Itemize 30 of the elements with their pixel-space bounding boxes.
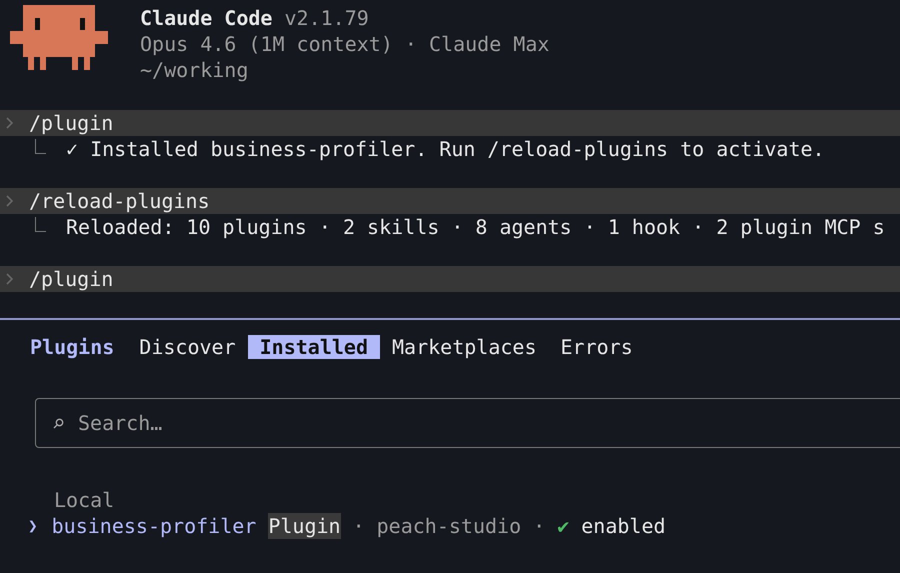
search-field[interactable]: Search… xyxy=(35,398,900,448)
plugin-type: Plugin xyxy=(268,513,341,539)
tab[interactable]: Errors xyxy=(548,335,645,359)
tab[interactable]: Marketplaces xyxy=(380,335,548,359)
chevron-icon xyxy=(6,273,14,285)
chevron-icon xyxy=(6,117,14,129)
branch-icon xyxy=(35,138,46,154)
status-icon: ✔ xyxy=(557,513,570,539)
plugin-name[interactable]: business-profiler xyxy=(52,513,256,539)
branch-icon xyxy=(35,216,46,232)
panel-title: Plugins xyxy=(30,334,114,360)
chevron-icon xyxy=(6,195,14,207)
selection-pointer: ❯ xyxy=(28,515,38,537)
version-label: v2.1.79 xyxy=(284,6,369,30)
tab[interactable]: Discover xyxy=(127,335,248,359)
section-title: Local xyxy=(54,488,114,512)
status-label: enabled xyxy=(581,513,666,539)
separator: · xyxy=(352,513,365,539)
model-info: Opus 4.6 (1M context) · Claude Max xyxy=(140,32,550,56)
command-text: /reload-plugins xyxy=(29,188,210,214)
search-icon xyxy=(53,418,64,429)
result-text: ✓ Installed business-profiler. Run /reload-plugins to activate. xyxy=(66,136,825,162)
command-text: /plugin xyxy=(29,266,114,292)
working-directory: ~/working xyxy=(140,58,248,82)
app-title: Claude Code xyxy=(140,6,272,30)
tab[interactable]: Installed xyxy=(248,335,380,359)
separator: · xyxy=(533,513,546,539)
command-text: /plugin xyxy=(29,110,114,136)
result-text: Reloaded: 10 plugins · 2 skills · 8 agents · 1 hook · 2 plugin MCP s xyxy=(66,214,885,240)
plugin-source: peach-studio xyxy=(376,513,522,539)
